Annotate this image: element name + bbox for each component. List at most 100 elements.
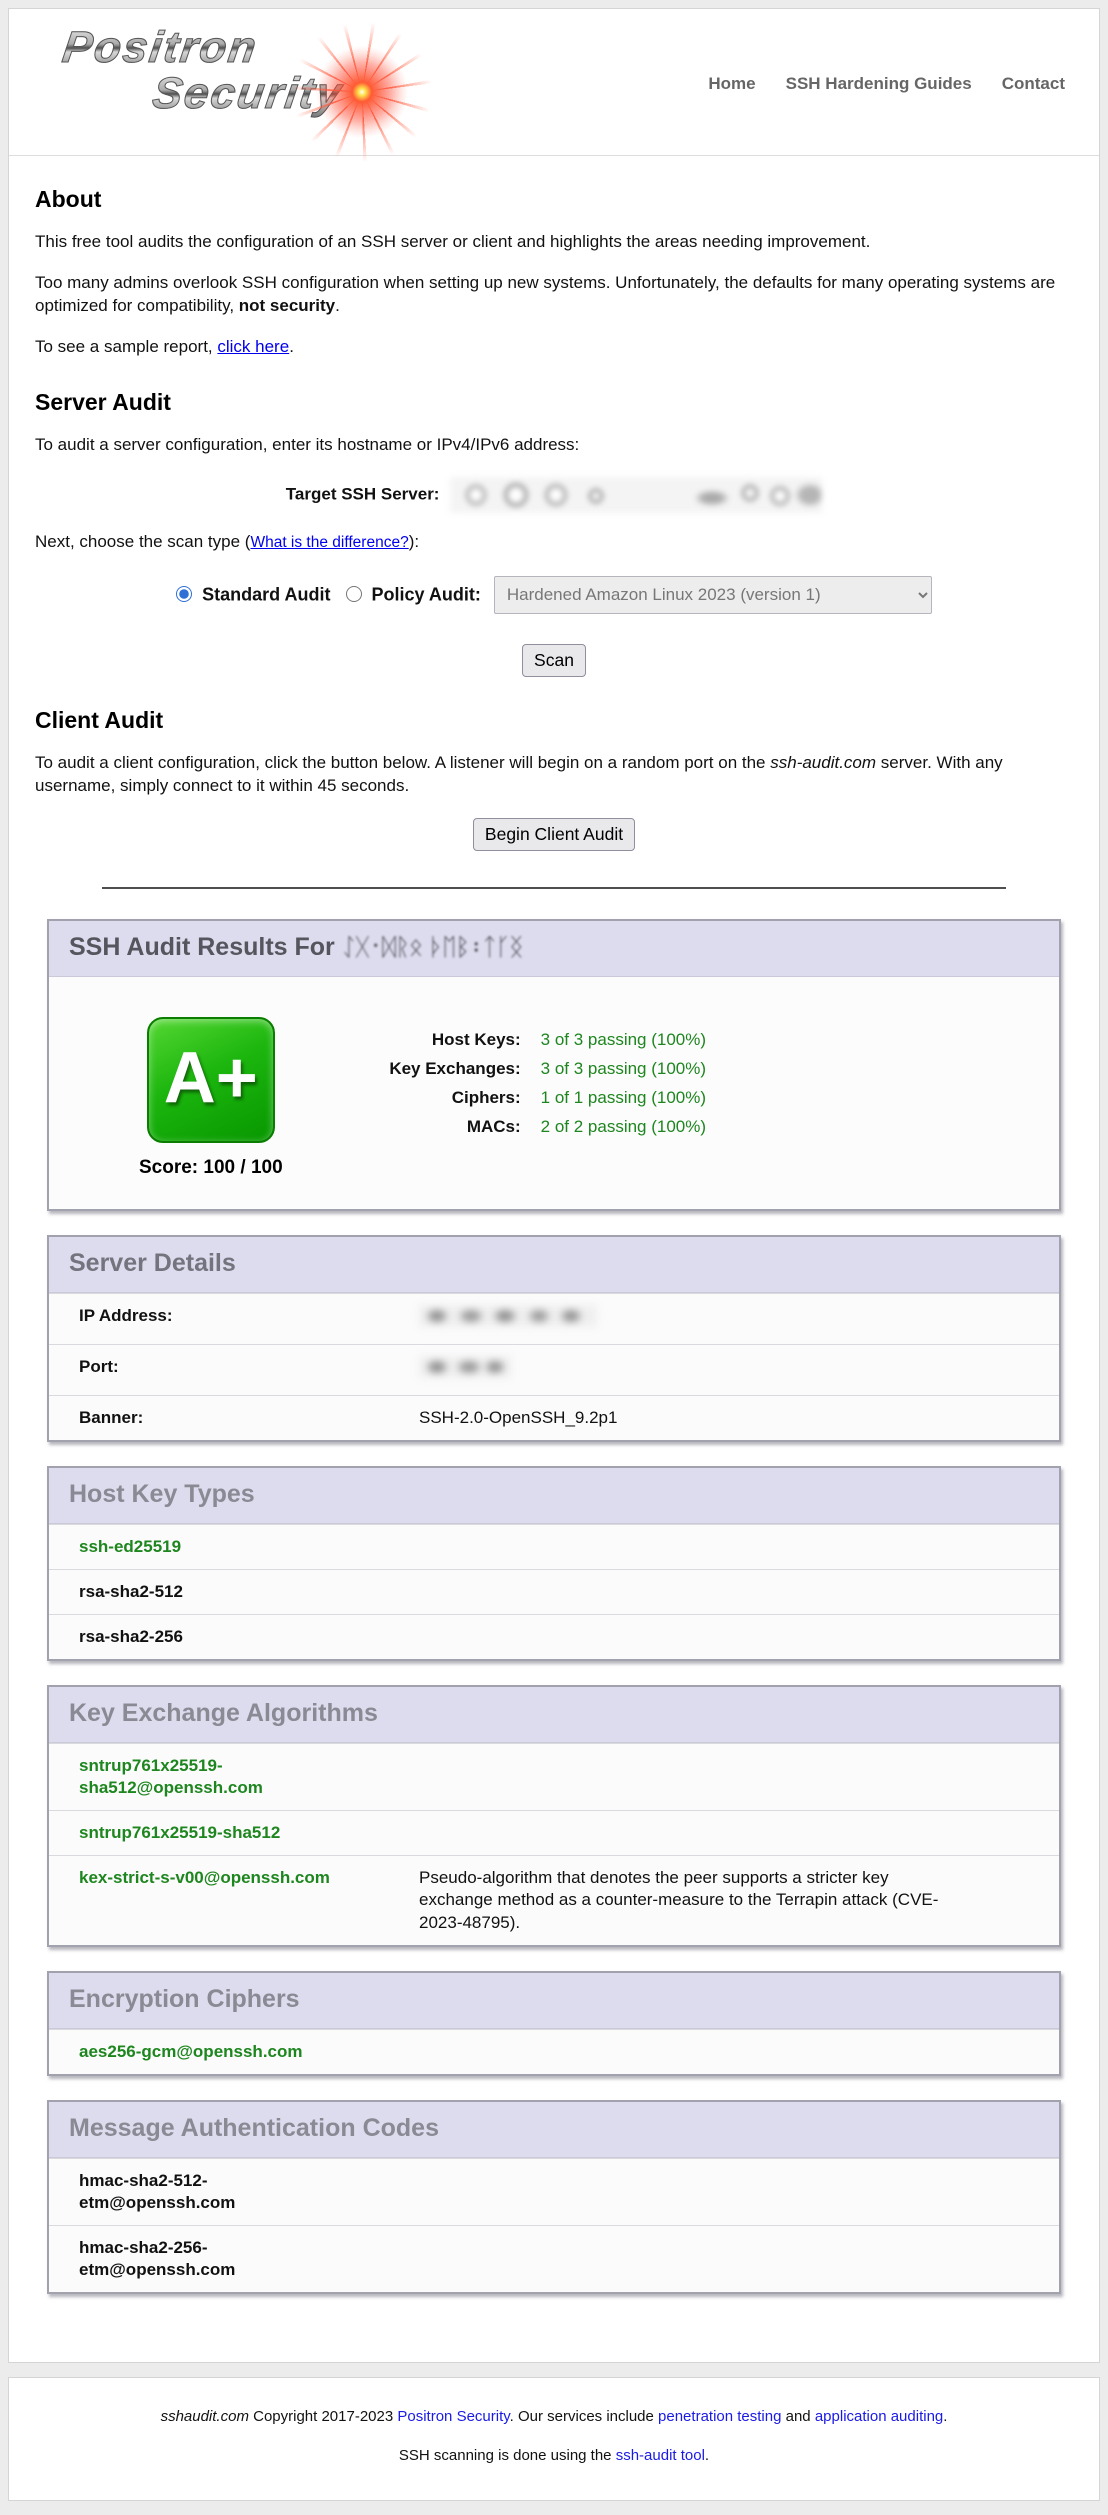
starburst-icon bbox=[287, 17, 437, 167]
stat-value: 2 of 2 passing (100%) bbox=[541, 1112, 706, 1141]
host-key-types-panel: Host Key Types ssh-ed25519 rsa-sha2-512 … bbox=[47, 1466, 1061, 1661]
footer-copyright: Copyright 2017-2023 bbox=[249, 2408, 397, 2425]
about-paragraph-2: Too many admins overlook SSH configurati… bbox=[35, 272, 1073, 318]
footer-positron-link[interactable]: Positron Security bbox=[397, 2408, 509, 2425]
macs-header: Message Authentication Codes bbox=[49, 2102, 1059, 2158]
begin-client-audit-button[interactable]: Begin Client Audit bbox=[473, 818, 635, 851]
footer-text: . bbox=[705, 2447, 709, 2464]
table-row: rsa-sha2-256 bbox=[49, 1614, 1059, 1659]
table-row: hmac-sha2-256-etm@openssh.com bbox=[49, 2225, 1059, 2292]
algorithm-name: rsa-sha2-256 bbox=[79, 1626, 419, 1648]
results-body: A+ Score: 100 / 100 Host Keys: 3 of 3 pa… bbox=[49, 977, 1059, 1209]
stat-row-macs: MACs: 2 of 2 passing (100%) bbox=[371, 1112, 706, 1141]
row-label: Banner: bbox=[79, 1407, 419, 1429]
scan-button[interactable]: Scan bbox=[522, 644, 586, 677]
scan-type-difference-link[interactable]: What is the difference? bbox=[250, 534, 408, 551]
stat-label: MACs: bbox=[371, 1112, 521, 1141]
table-row: sntrup761x25519-sha512 bbox=[49, 1810, 1059, 1855]
algorithm-name: hmac-sha2-256-etm@openssh.com bbox=[79, 2237, 279, 2281]
key-exchange-header: Key Exchange Algorithms bbox=[49, 1687, 1059, 1743]
redacted-port-value bbox=[419, 1356, 939, 1384]
about-paragraph-1: This free tool audits the configuration … bbox=[35, 231, 1073, 254]
site-header: Positron Security Home SSH Hardening Gui… bbox=[9, 9, 1099, 156]
table-row: kex-strict-s-v00@openssh.com Pseudo-algo… bbox=[49, 1855, 1059, 1944]
algorithm-name: sntrup761x25519-sha512@openssh.com bbox=[79, 1755, 419, 1799]
nav-home[interactable]: Home bbox=[708, 74, 755, 94]
sample-report-text: To see a sample report, bbox=[35, 337, 217, 356]
footer-line-2: SSH scanning is done using the ssh-audit… bbox=[19, 2447, 1089, 2464]
redacted-ip-value bbox=[419, 1305, 939, 1333]
server-details-panel: Server Details IP Address: Port: Banner:… bbox=[47, 1235, 1061, 1442]
results-panel-header: SSH Audit Results For ᛇᚷ᛫ᛞᚱᛟ ᚦᛖᛒ᛬ᛏᚴᛝ bbox=[49, 921, 1059, 977]
grade-column: A+ Score: 100 / 100 bbox=[139, 1017, 283, 1179]
algorithm-name: ssh-ed25519 bbox=[79, 1536, 419, 1558]
logo-text-positron: Positron bbox=[59, 23, 260, 73]
stat-row-host-keys: Host Keys: 3 of 3 passing (100%) bbox=[371, 1025, 706, 1054]
client-audit-text: To audit a client configuration, click t… bbox=[35, 752, 1073, 798]
table-row: ssh-ed25519 bbox=[49, 1524, 1059, 1569]
encryption-ciphers-panel: Encryption Ciphers aes256-gcm@openssh.co… bbox=[47, 1971, 1061, 2076]
stat-row-ciphers: Ciphers: 1 of 1 passing (100%) bbox=[371, 1083, 706, 1112]
redacted-hostname: ᛇᚷ᛫ᛞᚱᛟ ᚦᛖᛒ᛬ᛏᚴᛝ bbox=[342, 933, 523, 961]
footer-sshaudit-tool-link[interactable]: ssh-audit tool bbox=[616, 2447, 705, 2464]
table-row: hmac-sha2-512-etm@openssh.com bbox=[49, 2158, 1059, 2225]
stat-value: 3 of 3 passing (100%) bbox=[541, 1054, 706, 1083]
footer-appaudit-link[interactable]: application auditing bbox=[815, 2408, 943, 2425]
about-p2-bold: not security bbox=[239, 296, 335, 315]
policy-select[interactable]: Hardened Amazon Linux 2023 (version 1) bbox=[494, 576, 932, 614]
results-stats: Host Keys: 3 of 3 passing (100%) Key Exc… bbox=[371, 1017, 706, 1141]
ip-blur bbox=[419, 1305, 597, 1327]
stat-label: Host Keys: bbox=[371, 1025, 521, 1054]
algorithm-note bbox=[419, 1755, 939, 1799]
footer-text: SSH scanning is done using the bbox=[399, 2447, 616, 2464]
row-label: Port: bbox=[79, 1356, 419, 1384]
table-row: Banner: SSH-2.0-OpenSSH_9.2p1 bbox=[49, 1395, 1059, 1440]
nav-contact[interactable]: Contact bbox=[1002, 74, 1065, 94]
server-audit-heading: Server Audit bbox=[35, 389, 1073, 416]
table-row: sntrup761x25519-sha512@openssh.com bbox=[49, 1743, 1059, 1810]
section-divider bbox=[102, 887, 1005, 889]
table-row: rsa-sha2-512 bbox=[49, 1569, 1059, 1614]
nav-ssh-hardening-guides[interactable]: SSH Hardening Guides bbox=[786, 74, 972, 94]
footer-text: and bbox=[781, 2408, 814, 2425]
algorithm-note: Pseudo-algorithm that denotes the peer s… bbox=[419, 1867, 939, 1933]
algorithm-name: rsa-sha2-512 bbox=[79, 1581, 419, 1603]
logo[interactable]: Positron Security bbox=[35, 23, 455, 145]
page: Positron Security Home SSH Hardening Gui… bbox=[0, 0, 1108, 2515]
server-audit-intro: To audit a server configuration, enter i… bbox=[35, 434, 1073, 457]
client-audit-text-before: To audit a client configuration, click t… bbox=[35, 753, 770, 772]
algorithm-name: hmac-sha2-512-etm@openssh.com bbox=[79, 2170, 279, 2214]
target-server-label: Target SSH Server: bbox=[286, 484, 440, 503]
site-footer: sshaudit.com Copyright 2017-2023 Positro… bbox=[8, 2377, 1100, 2501]
sample-report-link[interactable]: click here bbox=[217, 337, 289, 356]
results-panel: SSH Audit Results For ᛇᚷ᛫ᛞᚱᛟ ᚦᛖᛒ᛬ᛏᚴᛝ A+ … bbox=[47, 919, 1061, 1211]
standard-audit-label: Standard Audit bbox=[202, 584, 330, 604]
target-ssh-server-input[interactable] bbox=[450, 477, 822, 513]
footer-text: . bbox=[943, 2408, 947, 2425]
results-title: SSH Audit Results For bbox=[69, 933, 342, 961]
banner-value: SSH-2.0-OpenSSH_9.2p1 bbox=[419, 1407, 939, 1429]
stat-label: Key Exchanges: bbox=[371, 1054, 521, 1083]
client-audit-button-row: Begin Client Audit bbox=[35, 818, 1073, 851]
algorithm-note bbox=[419, 1822, 939, 1844]
about-heading: About bbox=[35, 186, 1073, 213]
main-nav: Home SSH Hardening Guides Contact bbox=[708, 74, 1065, 94]
scan-type-text-after: ): bbox=[409, 532, 419, 551]
stat-row-key-exchanges: Key Exchanges: 3 of 3 passing (100%) bbox=[371, 1054, 706, 1083]
encryption-ciphers-header: Encryption Ciphers bbox=[49, 1973, 1059, 2029]
scan-type-row: Standard Audit Policy Audit: Hardened Am… bbox=[35, 576, 1073, 614]
footer-domain: sshaudit.com bbox=[161, 2408, 249, 2425]
footer-line-1: sshaudit.com Copyright 2017-2023 Positro… bbox=[19, 2408, 1089, 2425]
server-details-header: Server Details bbox=[49, 1237, 1059, 1293]
scan-button-row: Scan bbox=[35, 644, 1073, 677]
main-content: About This free tool audits the configur… bbox=[9, 186, 1099, 889]
algorithm-name: sntrup761x25519-sha512 bbox=[79, 1822, 419, 1844]
port-blur bbox=[419, 1356, 511, 1378]
scan-type-line: Next, choose the scan type (What is the … bbox=[35, 531, 1073, 554]
policy-audit-radio[interactable] bbox=[346, 586, 362, 602]
grade-badge: A+ bbox=[147, 1017, 275, 1143]
row-label: IP Address: bbox=[79, 1305, 419, 1333]
footer-pentest-link[interactable]: penetration testing bbox=[658, 2408, 781, 2425]
standard-audit-radio[interactable] bbox=[176, 586, 192, 602]
algorithm-name: aes256-gcm@openssh.com bbox=[79, 2041, 419, 2063]
